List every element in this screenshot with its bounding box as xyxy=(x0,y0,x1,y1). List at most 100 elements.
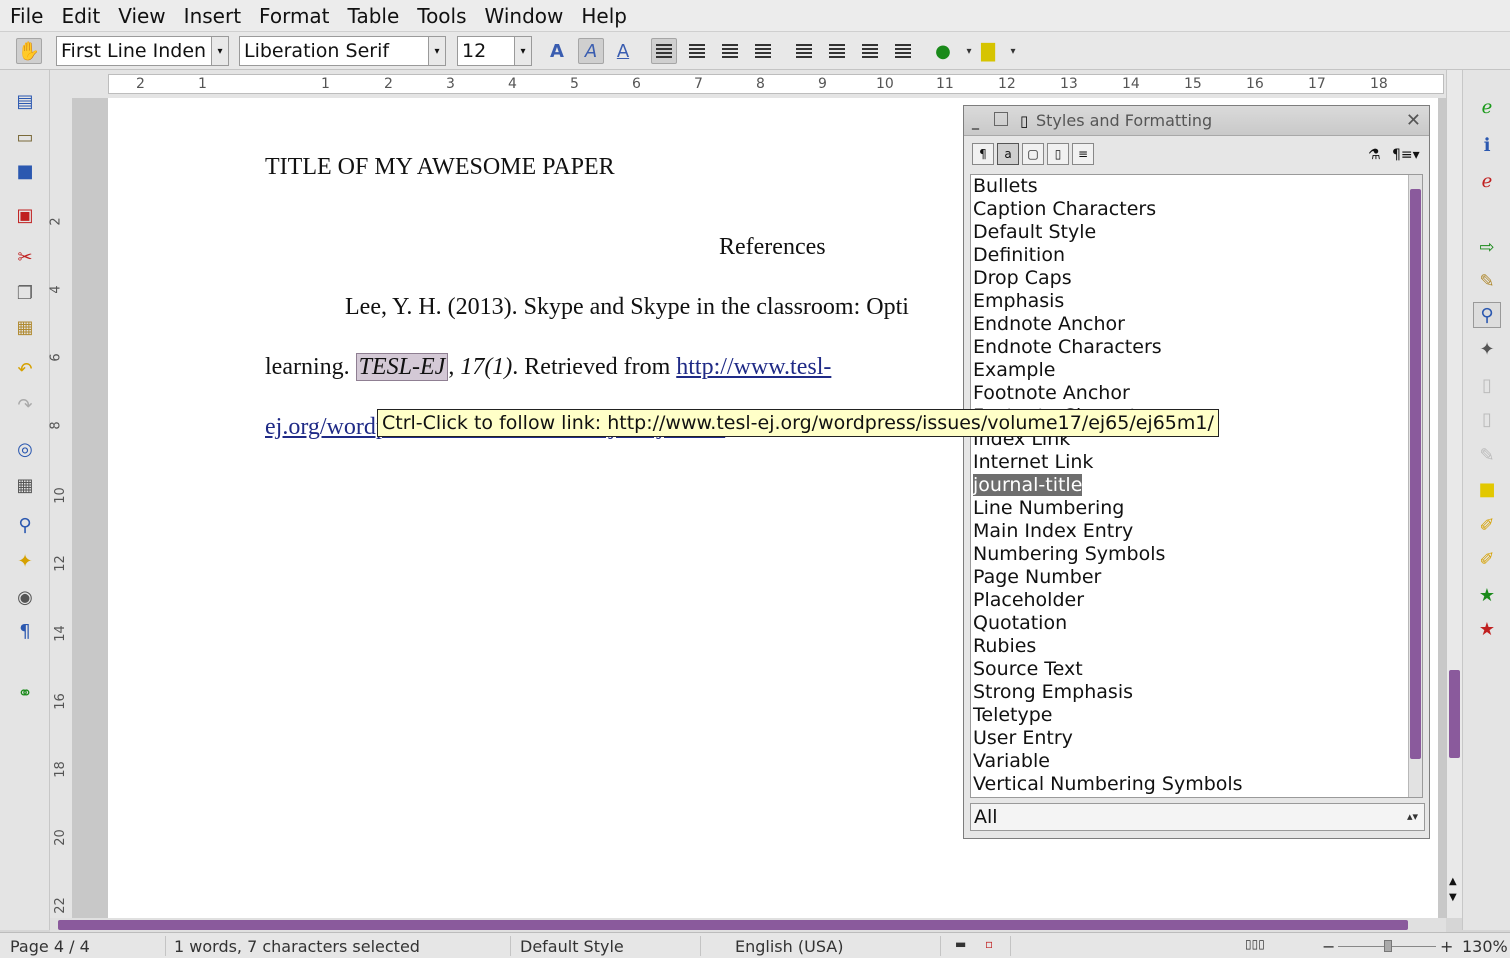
zoom-slider-handle[interactable] xyxy=(1384,940,1392,952)
document-modified-icon[interactable]: ▫ xyxy=(985,937,993,951)
scroll-thumb[interactable] xyxy=(1410,189,1421,759)
style-list[interactable]: Bullets Caption Characters Default Style De… xyxy=(970,174,1423,798)
open-icon[interactable]: ▭ xyxy=(10,124,40,150)
style-list-item[interactable]: Page Number xyxy=(971,566,1422,589)
word-count[interactable]: 1 words, 7 characters selected xyxy=(174,937,420,956)
increase-indent-icon[interactable] xyxy=(890,38,916,64)
decrease-indent-icon[interactable] xyxy=(857,38,883,64)
find-replace-icon[interactable]: ⚲ xyxy=(10,512,40,538)
paragraph-style-combo[interactable]: First Line Inden xyxy=(56,36,212,66)
info-icon[interactable]: ℹ xyxy=(1473,132,1501,158)
style-list-item[interactable]: Variable xyxy=(971,750,1422,773)
styles-and-formatting-icon[interactable]: ✋ xyxy=(16,38,42,64)
menu-file[interactable]: File xyxy=(4,4,49,28)
style-list-item[interactable]: Strong Emphasis xyxy=(971,681,1422,704)
edit-document-icon[interactable]: ✎ xyxy=(1473,268,1501,294)
horizontal-ruler[interactable]: 2 1 1 2 3 4 5 6 7 8 9 10 11 12 13 14 15 … xyxy=(50,70,1446,98)
new-style-icon[interactable]: ¶≡▾ xyxy=(1392,147,1420,163)
export-icon[interactable]: ⇨ xyxy=(1473,234,1501,260)
style-list-item[interactable]: Line Numbering xyxy=(971,497,1422,520)
vertical-ruler[interactable]: 2 4 6 8 10 12 14 16 18 20 22 xyxy=(49,98,72,918)
gallery-icon[interactable]: ✦ xyxy=(10,548,40,574)
style-list-item[interactable]: journal-title xyxy=(971,474,1422,497)
table-icon[interactable]: ▦ xyxy=(10,472,40,498)
style-list-item[interactable]: Numbering Symbols xyxy=(971,543,1422,566)
list-styles-icon[interactable]: ≡ xyxy=(1072,143,1094,165)
frame-styles-icon[interactable]: ▢ xyxy=(1022,143,1044,165)
style-list-item[interactable]: Drop Caps xyxy=(971,267,1422,290)
style-list-item[interactable]: Endnote Anchor xyxy=(971,313,1422,336)
note-icon[interactable]: ■ xyxy=(1473,476,1501,502)
paragraph-style-dropdown-icon[interactable]: ▾ xyxy=(211,36,229,66)
italic-icon[interactable]: A xyxy=(578,38,604,64)
highlighting-icon[interactable]: ▇ xyxy=(975,38,1001,64)
highlighting-dropdown-icon[interactable]: ▾ xyxy=(1000,38,1026,64)
horizontal-scrollbar[interactable] xyxy=(50,918,1446,932)
pdf-icon[interactable]: ℯ xyxy=(1473,168,1501,194)
style-list-item[interactable]: Footnote Anchor xyxy=(971,382,1422,405)
navigator-icon[interactable]: ◎ xyxy=(10,436,40,462)
style-list-item[interactable]: Vertical Numbering Symbols xyxy=(971,773,1422,796)
undo-icon[interactable]: ↶ xyxy=(10,356,40,382)
menu-insert[interactable]: Insert xyxy=(178,4,247,28)
style-list-item[interactable]: Endnote Characters xyxy=(971,336,1422,359)
data-sources-icon[interactable]: ◉ xyxy=(10,584,40,610)
zoom-level[interactable]: 130% xyxy=(1462,937,1508,956)
zoom-page-icon[interactable]: ⚲ xyxy=(1473,302,1501,328)
font-size-combo[interactable]: 12 xyxy=(457,36,515,66)
scroll-thumb[interactable] xyxy=(58,920,1408,930)
menu-window[interactable]: Window xyxy=(479,4,570,28)
style-list-item[interactable]: Caption Characters xyxy=(971,198,1422,221)
copy-icon[interactable]: ❐ xyxy=(10,280,40,306)
style-list-item[interactable]: Quotation xyxy=(971,612,1422,635)
maximize-icon[interactable] xyxy=(994,112,1008,126)
font-size-dropdown-icon[interactable]: ▾ xyxy=(514,36,532,66)
style-filter-select[interactable]: All ▴▾ xyxy=(970,803,1425,831)
bookmark-icon[interactable]: ★ xyxy=(1473,582,1501,608)
scroll-up-icon[interactable]: ▲ xyxy=(1449,876,1457,887)
style-list-item[interactable]: Placeholder xyxy=(971,589,1422,612)
character-styles-icon[interactable]: a xyxy=(997,143,1019,165)
style-list-item[interactable]: User Entry xyxy=(971,727,1422,750)
bullets-icon[interactable] xyxy=(824,38,850,64)
save-icon[interactable]: ■ xyxy=(10,158,40,184)
style-list-item[interactable]: Definition xyxy=(971,244,1422,267)
minimize-icon[interactable]: _ xyxy=(972,114,979,130)
close-icon[interactable]: ✕ xyxy=(1406,110,1421,131)
menu-tools[interactable]: Tools xyxy=(411,4,472,28)
style-list-scrollbar[interactable] xyxy=(1408,175,1422,797)
font-name-combo[interactable]: Liberation Serif xyxy=(239,36,429,66)
justify-icon[interactable] xyxy=(750,38,776,64)
menu-help[interactable]: Help xyxy=(575,4,633,28)
align-right-icon[interactable] xyxy=(717,38,743,64)
style-list-item[interactable]: Internet Link xyxy=(971,451,1422,474)
paste-icon[interactable]: ▦ xyxy=(10,314,40,340)
insert-mode-icon[interactable]: ▬ xyxy=(955,937,966,951)
page-styles-icon[interactable]: ▯ xyxy=(1047,143,1069,165)
binoculars-icon[interactable]: ⚭ xyxy=(10,680,40,706)
align-center-icon[interactable] xyxy=(684,38,710,64)
vertical-scrollbar[interactable]: ▲ ▼ xyxy=(1446,70,1462,918)
align-left-icon[interactable] xyxy=(651,38,677,64)
language[interactable]: English (USA) xyxy=(735,937,843,956)
style-list-item[interactable]: Bullets xyxy=(971,175,1422,198)
star-icon[interactable]: ★ xyxy=(1473,616,1501,642)
paragraph-styles-icon[interactable]: ¶ xyxy=(972,143,994,165)
style-list-item[interactable]: Rubies xyxy=(971,635,1422,658)
panel-title-bar[interactable]: _ ▯ Styles and Formatting ✕ xyxy=(964,106,1429,136)
bold-icon[interactable]: A xyxy=(544,38,570,64)
menu-view[interactable]: View xyxy=(112,4,171,28)
tools-icon[interactable]: ✦ xyxy=(1473,336,1501,362)
edit-icon[interactable]: ℯ xyxy=(1473,94,1501,120)
scroll-thumb[interactable] xyxy=(1449,670,1460,758)
numbering-icon[interactable] xyxy=(791,38,817,64)
redo-icon[interactable]: ↷ xyxy=(10,392,40,418)
menu-format[interactable]: Format xyxy=(253,4,335,28)
hyperlink[interactable]: http://www.tesl- xyxy=(676,354,831,380)
font-color-icon[interactable]: ● xyxy=(930,38,956,64)
style-list-item[interactable]: Source Text xyxy=(971,658,1422,681)
selected-journal-title[interactable]: TESL-EJ xyxy=(355,353,449,381)
export-pdf-icon[interactable]: ▣ xyxy=(10,202,40,228)
formatting-marks-icon[interactable]: ¶ xyxy=(10,618,40,644)
underline-pen-icon[interactable]: ✐ xyxy=(1473,546,1501,572)
